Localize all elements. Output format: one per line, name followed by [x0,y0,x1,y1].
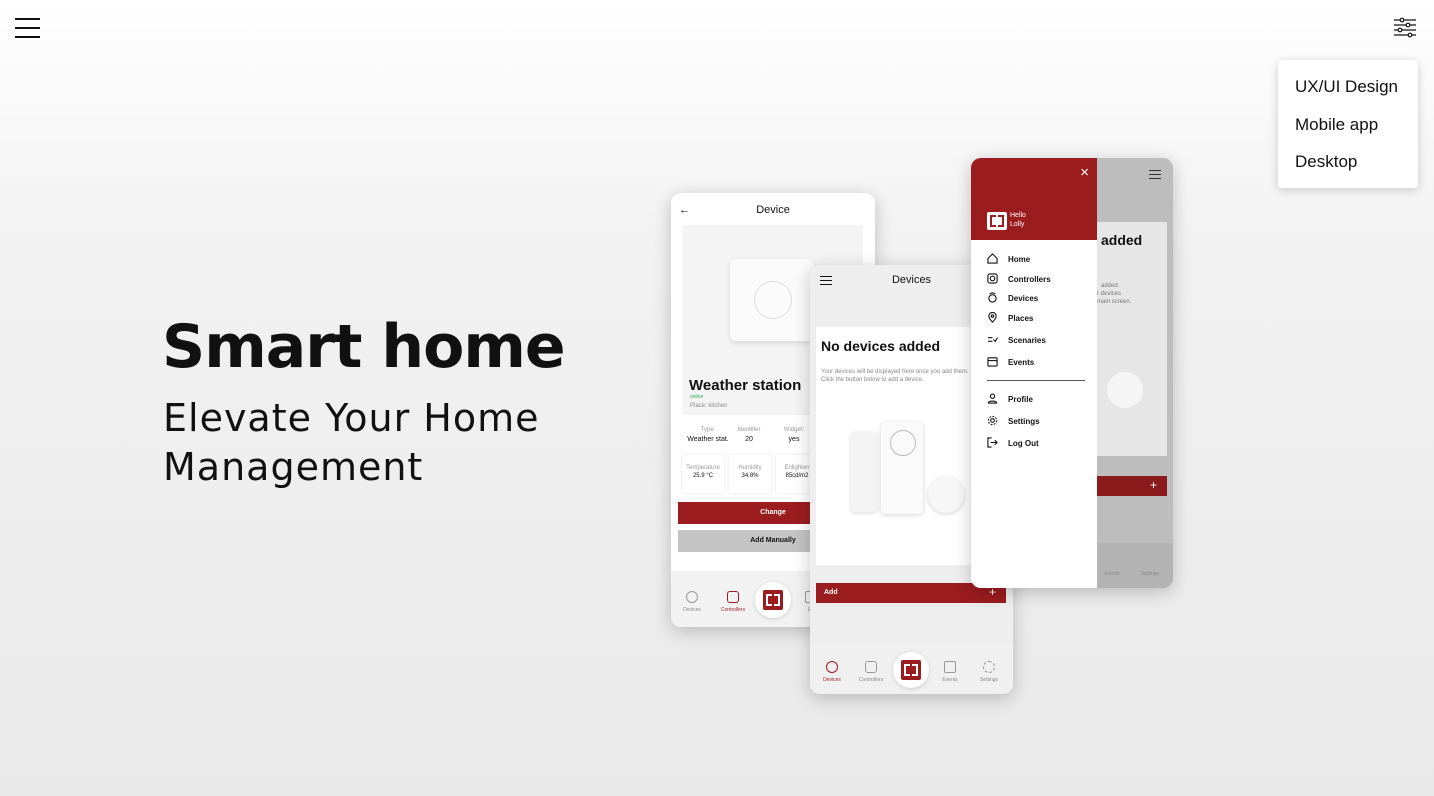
controllers-nav-icon[interactable] [727,591,739,603]
nav-label: Events [1104,571,1120,577]
hamburger-menu-button[interactable] [15,18,40,38]
info-label: Type: [700,427,716,433]
hero-subtitle-line1: Elevate Your Home [163,396,540,440]
menu-divider [987,380,1085,381]
menu-item-label: Events [1008,358,1035,367]
filter-option-uxui[interactable]: UX/UI Design [1295,77,1398,97]
bg-text: added. [1101,283,1120,289]
close-icon[interactable]: × [1080,164,1089,181]
device-status: online [690,394,704,400]
device-icon [987,292,998,303]
checklist-icon [987,334,999,345]
brand-logo-icon [763,590,783,610]
stat-value: 25.9 °C [692,473,714,479]
nav-label: Devices [683,607,701,613]
add-label: Add [824,589,838,596]
hamburger-line [15,27,40,29]
filter-option-mobile-app[interactable]: Mobile app [1295,115,1378,135]
brand-logo-icon [901,660,921,680]
devices-nav-icon[interactable] [686,591,698,603]
device-screen-title: Device [756,204,790,216]
empty-title: No devices added [821,338,941,354]
controllers-nav-icon[interactable] [865,661,877,673]
greeting-line1: Hello [1010,212,1026,219]
phone-side-menu: added added. r devices main screen. + Ev… [971,158,1173,588]
menu-item-label: Settings [1008,417,1040,426]
bg-bottom-nav: Events Settings [1097,543,1173,588]
nav-label: Controllers [858,677,884,683]
device-name: Weather station [689,377,802,394]
gear-icon [987,415,998,426]
nav-label: Devices [823,677,841,683]
menu-item-label: Places [1008,314,1034,323]
filter-option-desktop[interactable]: Desktop [1295,152,1357,172]
weather-station-image [730,259,814,341]
brand-logo-icon [987,212,1007,230]
drawer-header: × Hello Lolly [971,158,1097,240]
filter-dropdown: UX/UI Design Mobile app Desktop [1278,60,1418,188]
plus-icon: + [1149,478,1157,492]
info-label: Widget: [783,427,805,433]
sensor-ball-image [928,477,964,513]
menu-item-label: Controllers [1008,275,1051,284]
nav-label: Settings [979,677,999,683]
info-label: Identifier [737,427,761,433]
home-icon [987,253,998,264]
greeting-user: Lolly [1010,221,1025,228]
settings-nav-icon[interactable] [983,661,995,673]
info-value: 20 [745,436,753,443]
nav-label: Events [942,677,958,683]
calendar-icon [987,356,998,367]
map-pin-icon [987,311,998,323]
logout-icon [987,437,998,448]
sensor-ball-image [1107,372,1143,408]
sliders-icon [1394,17,1416,38]
hero-title: Smart home [162,312,566,382]
info-value: yes [788,436,800,443]
hamburger-icon [15,18,40,20]
background-card: added added. r devices main screen. [1097,222,1167,456]
empty-text: Your devices will be displayed here once… [821,369,969,383]
stat-label: Humidity [738,465,762,471]
hero-subtitle: Elevate Your Home Management [163,394,540,492]
filter-button[interactable] [1393,17,1417,41]
events-nav-icon[interactable] [944,661,956,673]
controller-icon [987,273,998,284]
home-logo-button[interactable] [893,652,929,688]
sliders-icon [1149,168,1161,180]
bg-title: added [1101,232,1143,248]
home-logo-button[interactable] [755,582,791,618]
nav-label: Settings [1140,571,1160,577]
user-icon [987,393,998,404]
socket-circle [890,430,916,456]
sensor-circle [754,281,792,319]
menu-item-label: Log Out [1008,439,1039,448]
hero-subtitle-line2: Management [163,445,424,489]
stat-label: Temperature [686,465,720,471]
menu-item-label: Profile [1008,395,1033,404]
bg-text: r devices [1097,291,1122,297]
device-place: Place: kitchen [690,403,728,409]
bg-text: main screen. [1097,299,1132,305]
hamburger-line [15,36,40,38]
devices-nav-icon[interactable] [826,661,838,673]
nav-label: Controllers [720,607,746,613]
bg-add-button: + [1097,476,1167,496]
stat-value: 34.8% [741,473,759,479]
smart-plug-image [881,422,923,514]
info-value: Weather stat. [687,436,729,443]
menu-item-label: Devices [1008,294,1039,303]
side-drawer: × Hello Lolly Home Controllers Devices P… [971,158,1097,588]
menu-item-label: Scenaries [1008,336,1046,345]
bottom-nav: Devices Controllers Events Settings [810,643,1013,694]
stat-card-humidity: Humidity 34.8% [729,455,771,493]
motion-sensor-image [851,432,877,512]
stat-card-temperature: Temperature 25.9 °C [682,455,724,493]
menu-item-label: Home [1008,255,1031,264]
